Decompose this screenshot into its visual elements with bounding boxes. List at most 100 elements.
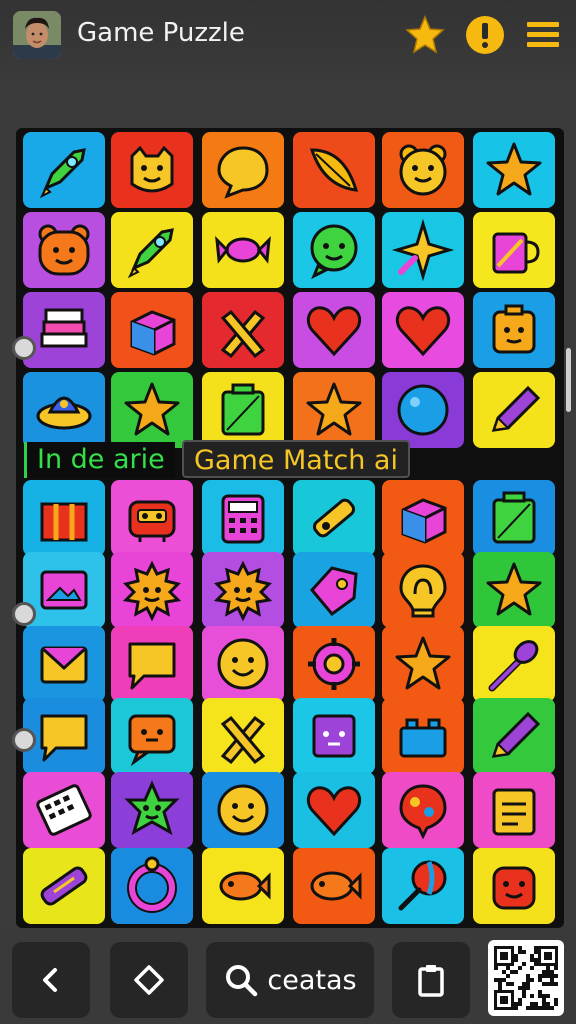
tile-candy[interactable]: [202, 212, 284, 288]
tile-star[interactable]: [473, 552, 555, 628]
ball-icon: [397, 384, 449, 436]
ring-icon: [127, 856, 177, 913]
tube-icon: [40, 866, 88, 906]
tile-smiley-chat[interactable]: [293, 212, 375, 288]
rocket-icon: [127, 228, 174, 279]
tile-gear-face[interactable]: [293, 626, 375, 702]
robot-icon: [128, 500, 176, 542]
tile-bear-face[interactable]: [23, 212, 105, 288]
star-icon: [306, 382, 362, 436]
tile-pencil[interactable]: [473, 372, 555, 448]
qr-code[interactable]: [488, 940, 564, 1016]
tile-ring[interactable]: [111, 848, 193, 924]
favorites-button[interactable]: [404, 14, 446, 56]
tile-star[interactable]: [382, 626, 464, 702]
tile-rocket[interactable]: [111, 212, 193, 288]
tile-lego-brick[interactable]: [382, 698, 464, 774]
tile-heart[interactable]: [293, 292, 375, 368]
fish-icon: [310, 871, 362, 901]
chat-bubble-icon: [128, 642, 176, 690]
tile-leaf[interactable]: [293, 132, 375, 208]
row-handle[interactable]: [12, 336, 36, 360]
cube-icon: [130, 310, 176, 356]
tile-die[interactable]: [293, 698, 375, 774]
back-button[interactable]: [12, 942, 90, 1018]
tile-lightbulb[interactable]: [382, 552, 464, 628]
leaf-icon: [309, 148, 359, 192]
tile-mug[interactable]: [473, 212, 555, 288]
tile-chat-face[interactable]: [111, 698, 193, 774]
tile-envelope[interactable]: [23, 626, 105, 702]
battery-icon: [221, 383, 265, 436]
tile-sun-face[interactable]: [202, 552, 284, 628]
tile-star[interactable]: [293, 372, 375, 448]
tile-clipboard[interactable]: [473, 772, 555, 848]
tile-magic-wand[interactable]: [473, 626, 555, 702]
tile-ufo[interactable]: [23, 372, 105, 448]
row-handle[interactable]: [12, 728, 36, 752]
chat-face-icon: [128, 714, 176, 767]
lightbulb-icon: [399, 564, 447, 618]
battery-icon: [492, 491, 536, 544]
tile-keyboard[interactable]: [23, 772, 105, 848]
tile-cube[interactable]: [382, 480, 464, 556]
hint-button[interactable]: [110, 942, 188, 1018]
search-button[interactable]: ceatas: [206, 942, 374, 1018]
tile-smiley-face[interactable]: [202, 772, 284, 848]
tile-smiley-bear[interactable]: [382, 132, 464, 208]
speech-bubble-icon: [217, 146, 269, 199]
smiley-chat-icon: [310, 224, 358, 280]
tile-battery[interactable]: [473, 480, 555, 556]
tile-tube[interactable]: [23, 848, 105, 924]
tile-star[interactable]: [473, 132, 555, 208]
magic-wand-icon: [488, 640, 539, 692]
tile-face[interactable]: [473, 848, 555, 924]
star-icon: [486, 562, 542, 616]
avatar[interactable]: [13, 11, 61, 59]
tile-star-face[interactable]: [111, 772, 193, 848]
tile-block-face[interactable]: [473, 292, 555, 368]
envelope-icon: [40, 646, 88, 684]
tile-sun-face[interactable]: [111, 552, 193, 628]
smiley-bear-icon: [399, 144, 447, 196]
tile-robot[interactable]: [111, 480, 193, 556]
pencil-icon: [491, 711, 541, 758]
row-handle[interactable]: [12, 602, 36, 626]
tile-balloon[interactable]: [382, 772, 464, 848]
tile-sparkle[interactable]: [382, 212, 464, 288]
tile-crossed-pencils[interactable]: [202, 698, 284, 774]
chat-bubble-icon: [40, 714, 88, 762]
tile-chat-bubble[interactable]: [111, 626, 193, 702]
star-icon: [124, 382, 180, 436]
tile-gift[interactable]: [23, 480, 105, 556]
alert-button[interactable]: [464, 14, 506, 56]
tile-cube[interactable]: [111, 292, 193, 368]
scrollbar-thumb[interactable]: [566, 348, 571, 412]
tile-fish[interactable]: [293, 848, 375, 924]
tile-speech-bubble[interactable]: [202, 132, 284, 208]
tile-smiley-cat[interactable]: [111, 132, 193, 208]
page-title: Game Puzzle: [77, 18, 245, 48]
tile-book-stack[interactable]: [23, 292, 105, 368]
bear-face-icon: [38, 224, 90, 276]
tile-rocket[interactable]: [23, 132, 105, 208]
tile-heart[interactable]: [382, 292, 464, 368]
tile-lollipop[interactable]: [382, 848, 464, 924]
tile-crossed-pencils[interactable]: [202, 292, 284, 368]
tile-tag[interactable]: [293, 552, 375, 628]
calculator-icon: [221, 494, 265, 544]
clipboard-icon: [418, 965, 444, 997]
tile-pencil[interactable]: [473, 698, 555, 774]
heart-icon: [395, 306, 451, 357]
clipboard-button[interactable]: [392, 942, 470, 1018]
tile-usb[interactable]: [293, 480, 375, 556]
tile-calculator[interactable]: [202, 480, 284, 556]
tile-star[interactable]: [111, 372, 193, 448]
star-icon: [405, 15, 445, 54]
tile-battery[interactable]: [202, 372, 284, 448]
tile-smiley-face[interactable]: [202, 626, 284, 702]
tile-heart[interactable]: [293, 772, 375, 848]
tile-ball[interactable]: [382, 372, 464, 448]
tile-fish[interactable]: [202, 848, 284, 924]
menu-button[interactable]: [522, 14, 564, 56]
